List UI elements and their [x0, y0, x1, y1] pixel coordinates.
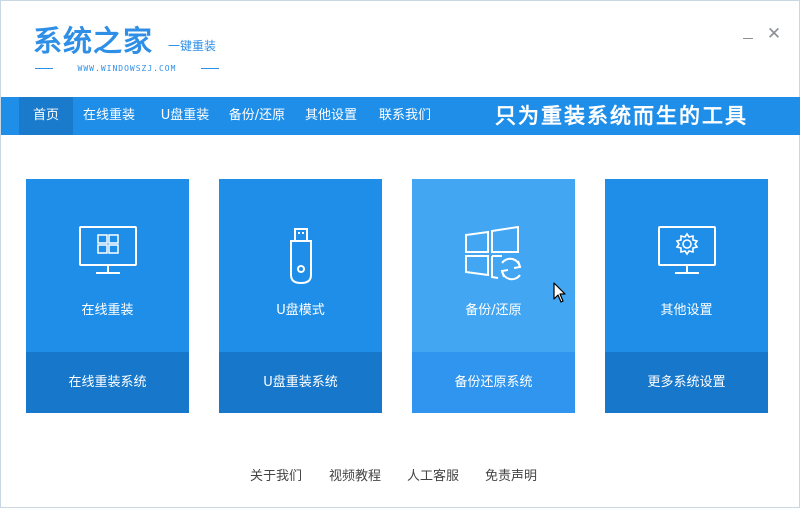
card-title: U盘模式	[276, 303, 325, 318]
card-title: 在线重装	[81, 303, 134, 318]
card-action-more-settings[interactable]: 更多系统设置	[605, 352, 768, 413]
logo-url: WWW.WINDOWSZJ.COM	[77, 63, 177, 73]
card-action-backup-restore[interactable]: 备份还原系统	[412, 352, 575, 413]
nav-item-contact-us[interactable]: 联系我们	[373, 97, 437, 135]
footer-link-disclaimer[interactable]: 免责声明	[485, 467, 537, 487]
mouse-cursor-icon	[553, 282, 566, 303]
nav-item-backup-restore[interactable]: 备份/还原	[223, 97, 291, 135]
card-top: 其他设置	[605, 179, 768, 352]
card-action-online-reinstall[interactable]: 在线重装系统	[26, 352, 189, 413]
minimize-icon[interactable]	[739, 25, 757, 43]
footer-link-about-us[interactable]: 关于我们	[250, 467, 302, 487]
slogan: 只为重装系统而生的工具	[495, 104, 748, 128]
footer-link-customer-service[interactable]: 人工客服	[407, 467, 459, 487]
card-backup-restore[interactable]: 备份/还原 备份还原系统	[412, 179, 575, 413]
logo-url-row: WWW.WINDOWSZJ.COM	[35, 61, 219, 75]
card-usb-mode[interactable]: U盘模式 U盘重装系统	[219, 179, 382, 413]
card-title: 备份/还原	[465, 303, 522, 318]
footer-link-video-tutorial[interactable]: 视频教程	[329, 467, 381, 487]
card-other-settings[interactable]: 其他设置 更多系统设置	[605, 179, 768, 413]
card-top: U盘模式	[219, 179, 382, 352]
nav-item-other-settings[interactable]: 其他设置	[299, 97, 363, 135]
card-action-usb-reinstall[interactable]: U盘重装系统	[219, 352, 382, 413]
nav-bar: 首页 在线重装 U盘重装 备份/还原 其他设置 联系我们 只为重装系统而生的工具	[1, 97, 800, 135]
logo-subtitle: 一键重装	[168, 39, 217, 53]
card-online-reinstall[interactable]: 在线重装 在线重装系统	[26, 179, 189, 413]
logo-title: 系统之家	[33, 24, 154, 58]
app-window: 系统之家 一键重装 WWW.WINDOWSZJ.COM ✕ 首页 在线重装 U盘…	[0, 0, 800, 508]
card-title: 其他设置	[660, 303, 713, 318]
nav-item-online-reinstall[interactable]: 在线重装	[77, 97, 141, 135]
windows-restore-icon	[412, 225, 575, 289]
logo-dash-left	[35, 67, 53, 69]
monitor-windows-icon	[26, 225, 189, 289]
close-icon[interactable]: ✕	[765, 25, 783, 43]
monitor-gear-icon	[605, 225, 768, 289]
logo-dash-right	[200, 67, 219, 69]
nav-item-usb-reinstall[interactable]: U盘重装	[153, 97, 217, 135]
card-top: 在线重装	[26, 179, 189, 352]
usb-drive-icon	[219, 225, 382, 289]
nav-item-home[interactable]: 首页	[19, 97, 73, 135]
card-top: 备份/还原	[412, 179, 575, 352]
